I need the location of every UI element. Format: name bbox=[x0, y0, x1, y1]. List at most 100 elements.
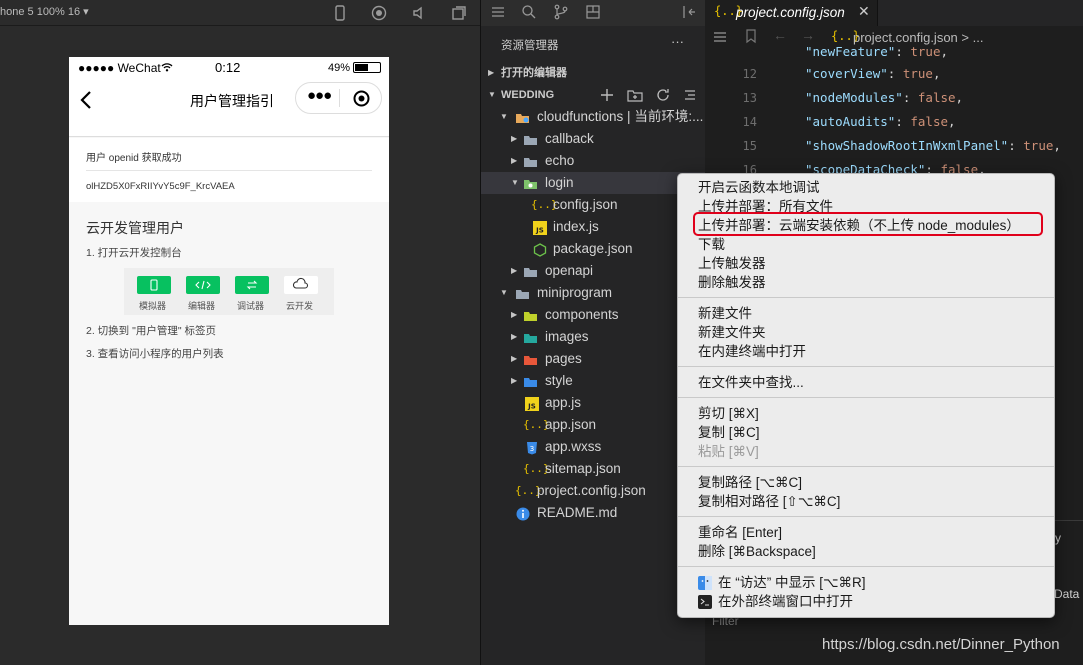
menu-item-open-terminal[interactable]: 在内建终端中打开 bbox=[698, 342, 806, 361]
nodejs-icon bbox=[533, 242, 548, 257]
tree-item-app-json[interactable]: {..} app.json bbox=[481, 414, 706, 436]
tree-item-components[interactable]: ▶ components bbox=[481, 304, 706, 326]
tree-item-pages[interactable]: ▶ pages bbox=[481, 348, 706, 370]
svg-text:3: 3 bbox=[530, 445, 534, 453]
js-file-icon: JS bbox=[533, 220, 548, 235]
menu-item-local-debug[interactable]: 开启云函数本地调试 bbox=[698, 178, 820, 197]
menu-item-delete[interactable]: 删除 [⌘Backspace] bbox=[698, 542, 816, 561]
menu-item-reveal-in-finder[interactable]: 在 “访达” 中显示 [⌥⌘R] bbox=[718, 573, 866, 592]
code-line[interactable]: 15 "showShadowRootInWxmlPanel": true, bbox=[705, 134, 1083, 158]
chevron-right-icon: ▶ bbox=[511, 332, 518, 341]
images-folder-icon bbox=[523, 330, 538, 344]
device-selector[interactable]: hone 5 100% 16 ▾ bbox=[0, 5, 89, 18]
panel-edge-text: y bbox=[1055, 531, 1061, 545]
tab-project-config-json[interactable]: {..} project.config.json ✕ bbox=[705, 0, 878, 26]
folder-icon bbox=[523, 154, 538, 168]
tree-item-echo[interactable]: ▶ echo bbox=[481, 150, 706, 172]
battery-percent: 49% bbox=[328, 62, 351, 74]
json-icon: {..} bbox=[523, 418, 550, 431]
folder-icon bbox=[523, 132, 538, 146]
tree-item-project-config-json[interactable]: {..} project.config.json bbox=[481, 480, 706, 502]
volume-icon[interactable] bbox=[410, 4, 428, 22]
menu-item-upload-trigger[interactable]: 上传触发器 bbox=[698, 254, 766, 273]
guide-step-3: 3. 查看访问小程序的用户列表 bbox=[86, 348, 224, 360]
menu-item-download[interactable]: 下载 bbox=[698, 235, 725, 254]
menu-item-upload-all[interactable]: 上传并部署：所有文件 bbox=[698, 197, 833, 216]
menu-item-new-folder[interactable]: 新建文件夹 bbox=[698, 323, 766, 342]
tool-label-simulator: 模拟器 bbox=[139, 301, 167, 311]
explorer-toolbar bbox=[481, 0, 706, 26]
context-menu: 开启云函数本地调试 上传并部署：所有文件 上传并部署：云端安装依赖（不上传 no… bbox=[677, 173, 1055, 618]
tree-item-cloudfunctions[interactable]: ▼ cloudfunctions | 当前环境:... bbox=[481, 106, 706, 128]
back-icon[interactable] bbox=[79, 90, 93, 115]
phone-icon[interactable] bbox=[331, 4, 349, 22]
menu-item-cut[interactable]: 剪切 [⌘X] bbox=[698, 404, 759, 423]
open-editors-section[interactable]: ▶ 打开的编辑器 bbox=[481, 62, 706, 84]
tree-item-callback[interactable]: ▶ callback bbox=[481, 128, 706, 150]
window-icon[interactable] bbox=[450, 4, 468, 22]
menu-item-find-in-folder[interactable]: 在文件夹中查找... bbox=[698, 373, 804, 392]
chevron-down-icon: ▼ bbox=[500, 112, 508, 121]
page-body: 用户 openid 获取成功 olHZD5X0FxRIIYvY5c9F_KrcV… bbox=[69, 138, 389, 625]
tree-item-package-json[interactable]: package.json bbox=[481, 238, 706, 260]
workspace-section[interactable]: ▼ WEDDING bbox=[481, 84, 706, 106]
tree-item-style[interactable]: ▶ style bbox=[481, 370, 706, 392]
tree-item-readme[interactable]: README.md bbox=[481, 502, 706, 524]
chevron-right-icon: ▶ bbox=[488, 68, 495, 77]
openid-label: 用户 openid 获取成功 bbox=[86, 153, 182, 164]
source-control-icon[interactable] bbox=[553, 4, 569, 25]
record-icon[interactable] bbox=[370, 4, 388, 22]
tree-item-openapi[interactable]: ▶ openapi bbox=[481, 260, 706, 282]
tree-item-images[interactable]: ▶ images bbox=[481, 326, 706, 348]
more-actions-icon[interactable]: ··· bbox=[671, 34, 684, 49]
folder-icon bbox=[523, 264, 538, 278]
search-icon[interactable] bbox=[521, 4, 537, 25]
menu-item-copy[interactable]: 复制 [⌘C] bbox=[698, 423, 760, 442]
explorer-panel: 资源管理器 ··· ▶ 打开的编辑器 ▼ WEDDING ▼ cloudfunc… bbox=[480, 0, 706, 665]
menu-item-delete-trigger[interactable]: 删除触发器 bbox=[698, 273, 766, 292]
tree-item-login[interactable]: ▼ login bbox=[481, 172, 706, 194]
code-line[interactable]: "newFeature": true, bbox=[705, 40, 1083, 64]
tree-item-config-json[interactable]: {..} config.json bbox=[481, 194, 706, 216]
svg-text:JS: JS bbox=[535, 227, 544, 235]
wifi-icon bbox=[161, 61, 173, 75]
menu-item-upload-cloud-install[interactable]: 上传并部署：云端安装依赖（不上传 node_modules） bbox=[698, 216, 1020, 235]
menu-separator bbox=[678, 566, 1054, 567]
chevron-right-icon: ▶ bbox=[511, 156, 518, 165]
menu-separator bbox=[678, 516, 1054, 517]
capsule-menu: ●●● bbox=[295, 82, 382, 114]
more-dots-icon[interactable]: ●●● bbox=[307, 87, 332, 104]
menu-item-rename[interactable]: 重命名 [Enter] bbox=[698, 523, 782, 542]
openid-card: 用户 openid 获取成功 olHZD5X0FxRIIYvY5c9F_KrcV… bbox=[69, 138, 389, 202]
guide-step-1: 1. 打开云开发控制台 bbox=[86, 247, 182, 259]
list-icon[interactable] bbox=[491, 4, 505, 25]
panel-edge-text: Data bbox=[1054, 587, 1080, 601]
folder-open-icon bbox=[515, 110, 530, 124]
tree-item-sitemap-json[interactable]: {..} sitemap.json bbox=[481, 458, 706, 480]
chevron-right-icon: ▶ bbox=[511, 376, 518, 385]
tree-item-app-js[interactable]: JS app.js bbox=[481, 392, 706, 414]
collapse-panel-icon[interactable] bbox=[681, 4, 697, 25]
status-bar: ●●●●● WeChat 0:12 49% bbox=[69, 57, 389, 79]
chevron-right-icon: ▶ bbox=[511, 310, 518, 319]
code-line[interactable]: 13 "nodeModules": false, bbox=[705, 86, 1083, 110]
menu-item-new-file[interactable]: 新建文件 bbox=[698, 304, 752, 323]
watermark: https://blog.csdn.net/Dinner_Python bbox=[822, 636, 1060, 653]
pages-folder-icon bbox=[523, 352, 538, 366]
tree-item-index-js[interactable]: JS index.js bbox=[481, 216, 706, 238]
code-line[interactable]: 14 "autoAudits": false, bbox=[705, 110, 1083, 134]
menu-item-copy-relative-path[interactable]: 复制相对路径 [⇧⌥⌘C] bbox=[698, 492, 840, 511]
extensions-icon[interactable] bbox=[585, 4, 601, 25]
folder-open-icon bbox=[515, 286, 530, 300]
close-target-icon[interactable] bbox=[353, 90, 370, 112]
close-icon[interactable]: ✕ bbox=[858, 3, 870, 20]
tree-item-miniprogram[interactable]: ▼ miniprogram bbox=[481, 282, 706, 304]
page-title: 用户管理指引 bbox=[190, 93, 274, 109]
code-line[interactable]: 12 "coverView": true, bbox=[705, 62, 1083, 86]
menu-item-open-external-terminal[interactable]: 在外部终端窗口中打开 bbox=[718, 592, 853, 611]
menu-item-copy-path[interactable]: 复制路径 [⌥⌘C] bbox=[698, 473, 802, 492]
tree-item-app-wxss[interactable]: 3 app.wxss bbox=[481, 436, 706, 458]
chevron-down-icon: ▼ bbox=[488, 90, 496, 99]
json-icon: {..} bbox=[515, 484, 542, 497]
guide-title: 云开发管理用户 bbox=[86, 220, 184, 236]
